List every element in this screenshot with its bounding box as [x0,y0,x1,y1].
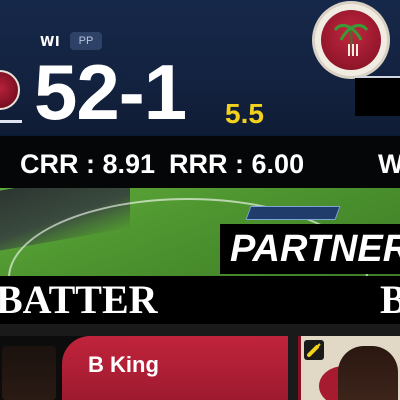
batter-name: B King [88,352,159,377]
crr-value: CRR : 8.91 [20,149,156,179]
second-batter-photo [338,346,398,400]
overs-value: 5.5 [225,98,264,129]
score-value: 52-1 [34,48,187,134]
bowler-header-partial: B [380,277,400,322]
next-label-partial: W [378,149,400,179]
rrr-value: RRR : 6.00 [169,149,305,179]
wi-logo-icon [315,4,387,76]
run-rate-text: CRR : 8.91 RRR : 6.00 [20,148,318,180]
divider [0,120,22,123]
batter-header: BATTER [0,277,158,322]
scoreboard-panel: WI PP 52-1 5.5 [0,0,400,134]
bat-icon [304,340,324,360]
opponent-score-box [355,76,400,116]
ad-board [245,206,341,220]
partnership-label: PARTNER [230,228,400,270]
wi-logo-crest [321,10,381,70]
team-badge-icon [0,70,20,110]
palm-tree-icon [333,23,369,56]
batter-photo [2,346,56,400]
